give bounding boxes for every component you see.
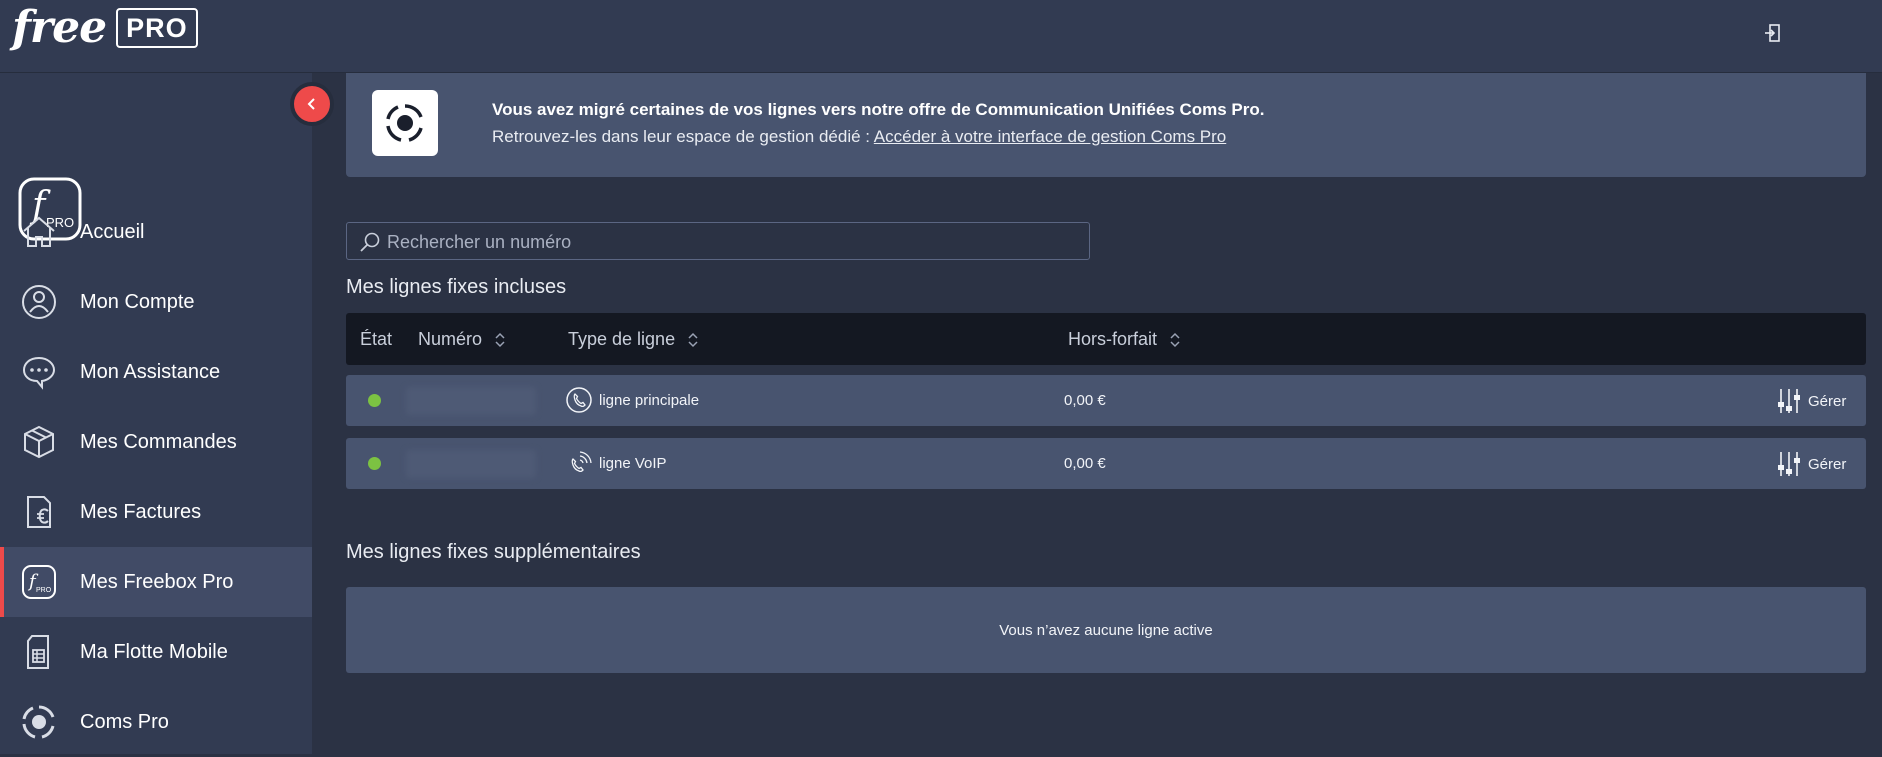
column-header-state: État bbox=[360, 329, 392, 350]
main-content: Vous avez migré certaines de vos lignes … bbox=[312, 73, 1882, 754]
manage-line-button[interactable]: Gérer bbox=[1776, 387, 1846, 415]
banner-text: Retrouvez-les dans leur espace de gestio… bbox=[492, 127, 1226, 147]
empty-state-text: Vous n’avez aucune ligne active bbox=[999, 621, 1213, 639]
logo-pro-badge: PRO bbox=[116, 8, 198, 48]
user-icon bbox=[22, 285, 56, 319]
sidebar-item-mes-commandes[interactable]: Mes Commandes bbox=[0, 407, 312, 477]
coms-pro-icon bbox=[22, 705, 55, 739]
svg-text:PRO: PRO bbox=[36, 587, 52, 594]
banner-icon-box bbox=[372, 90, 438, 156]
sidebar-item-label: Mon Compte bbox=[80, 290, 195, 313]
sidebar-nav: Accueil Mon Compte Mon Assistance Mes Co… bbox=[0, 197, 312, 757]
sidebar-item-label: Ma Flotte Mobile bbox=[80, 640, 228, 663]
lines-table-header: État Numéro Type de ligne Hors-forfait bbox=[346, 313, 1866, 365]
line-type-label: ligne VoIP bbox=[599, 454, 667, 472]
column-header-overage[interactable]: Hors-forfait bbox=[1068, 329, 1181, 350]
column-header-label: Numéro bbox=[418, 329, 483, 349]
coms-pro-icon bbox=[386, 104, 423, 142]
settings-sliders-icon bbox=[1778, 452, 1800, 476]
status-active-indicator bbox=[368, 394, 381, 407]
invoice-euro-icon bbox=[27, 496, 51, 528]
search-box bbox=[346, 222, 1090, 261]
chat-icon bbox=[22, 356, 56, 390]
free-pro-logo[interactable]: free PRO bbox=[12, 4, 198, 52]
sidebar-item-mon-assistance[interactable]: Mon Assistance bbox=[0, 337, 312, 407]
sidebar-item-label: Coms Pro bbox=[80, 710, 169, 733]
table-row: ligne principale 0,00 € Gérer bbox=[346, 375, 1866, 426]
manage-label: Gérer bbox=[1808, 392, 1847, 410]
line-type-cell: ligne VoIP bbox=[566, 450, 667, 476]
empty-state: Vous n’avez aucune ligne active bbox=[346, 587, 1866, 673]
manage-label: Gérer bbox=[1808, 455, 1847, 473]
sidebar-item-ma-flotte-mobile[interactable]: Ma Flotte Mobile bbox=[0, 617, 312, 687]
column-header-label: Hors-forfait bbox=[1068, 329, 1158, 349]
coms-pro-migration-banner: Vous avez migré certaines de vos lignes … bbox=[346, 73, 1866, 177]
sidebar-item-coms-pro[interactable]: Coms Pro bbox=[0, 687, 312, 757]
sidebar-collapse-button[interactable] bbox=[290, 82, 334, 126]
column-header-type[interactable]: Type de ligne bbox=[568, 329, 699, 350]
sidebar-item-label: Mes Freebox Pro bbox=[80, 570, 234, 593]
banner-title: Vous avez migré certaines de vos lignes … bbox=[492, 100, 1265, 119]
sort-icon[interactable] bbox=[687, 331, 699, 349]
sort-icon[interactable] bbox=[1169, 331, 1181, 349]
sidebar-item-label: Mes Commandes bbox=[80, 430, 237, 453]
column-header-label: Type de ligne bbox=[568, 329, 676, 349]
column-header-label: État bbox=[360, 329, 393, 349]
phone-icon bbox=[566, 387, 592, 413]
sort-icon[interactable] bbox=[494, 331, 506, 349]
coms-pro-interface-link[interactable]: Accéder à votre interface de gestion Com… bbox=[874, 127, 1226, 146]
sidebar: f PRO Accueil Mon Compte Mon Assistance … bbox=[0, 73, 312, 754]
sidebar-item-accueil[interactable]: Accueil bbox=[0, 197, 312, 267]
freebox-pro-icon: f PRO bbox=[22, 565, 56, 599]
overage-amount: 0,00 € bbox=[1064, 392, 1106, 409]
logout-icon[interactable] bbox=[1762, 22, 1784, 44]
home-icon bbox=[23, 216, 55, 247]
search-icon bbox=[360, 232, 380, 252]
included-lines-title: Mes lignes fixes incluses bbox=[346, 276, 567, 298]
voip-phone-icon bbox=[571, 451, 592, 473]
redacted-phone-number bbox=[406, 450, 536, 478]
package-icon bbox=[24, 425, 54, 459]
sidebar-item-mes-factures[interactable]: Mes Factures bbox=[0, 477, 312, 547]
top-bar: free PRO bbox=[0, 0, 1882, 73]
sidebar-item-label: Accueil bbox=[80, 220, 145, 243]
line-type-cell: ligne principale bbox=[566, 387, 699, 413]
sidebar-item-mon-compte[interactable]: Mon Compte bbox=[0, 267, 312, 337]
logo-wordmark: free bbox=[12, 2, 107, 53]
line-type-label: ligne principale bbox=[599, 391, 700, 409]
overage-amount: 0,00 € bbox=[1064, 455, 1106, 472]
chevron-left-icon bbox=[307, 98, 315, 110]
banner-description: Retrouvez-les dans leur espace de gestio… bbox=[492, 127, 874, 146]
settings-sliders-icon bbox=[1778, 389, 1800, 413]
sim-card-icon bbox=[27, 635, 49, 669]
column-header-number[interactable]: Numéro bbox=[418, 329, 506, 350]
manage-line-button[interactable]: Gérer bbox=[1776, 450, 1846, 478]
sidebar-item-mes-freebox-pro[interactable]: f PRO Mes Freebox Pro bbox=[0, 547, 312, 617]
status-active-indicator bbox=[368, 457, 381, 470]
table-row: ligne VoIP 0,00 € Gérer bbox=[346, 438, 1866, 489]
sidebar-item-label: Mon Assistance bbox=[80, 360, 221, 383]
extra-lines-title: Mes lignes fixes supplémentaires bbox=[346, 541, 641, 563]
sidebar-item-label: Mes Factures bbox=[80, 500, 202, 523]
search-number-input[interactable] bbox=[385, 223, 1079, 261]
redacted-phone-number bbox=[406, 387, 536, 415]
